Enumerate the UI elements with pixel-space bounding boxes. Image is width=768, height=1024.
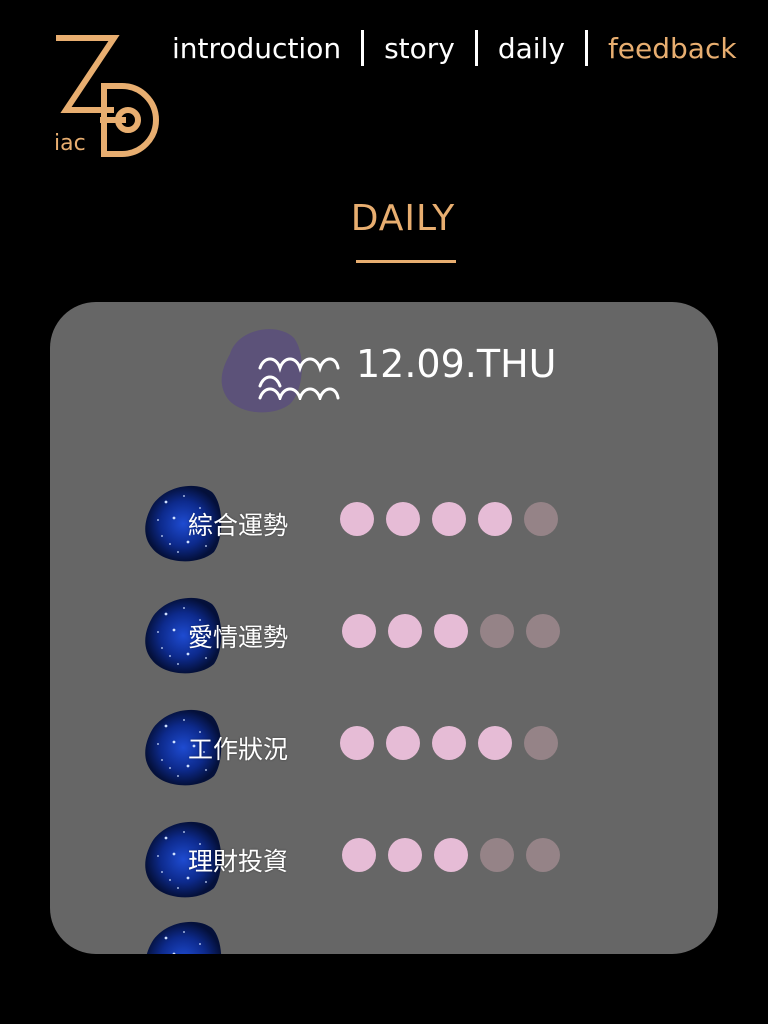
fortune-label: 愛情運勢 bbox=[188, 623, 289, 652]
page-title: DAILY bbox=[350, 198, 456, 239]
fortune-label: 理財投資 bbox=[188, 847, 289, 876]
nav-divider bbox=[584, 30, 588, 66]
rating-dot-filled bbox=[432, 726, 466, 760]
top-nav: introduction story daily feedback bbox=[172, 26, 737, 70]
zodiac-logo[interactable]: iac bbox=[52, 34, 168, 162]
fortune-row: 綜合運勢 bbox=[144, 482, 704, 562]
nav-introduction[interactable]: introduction bbox=[172, 32, 341, 65]
rating-dot-filled bbox=[342, 614, 376, 648]
rating-dots bbox=[340, 502, 570, 536]
fortune-row bbox=[144, 918, 704, 954]
rating-dots bbox=[342, 614, 572, 648]
nav-feedback[interactable]: feedback bbox=[608, 32, 737, 65]
aquarius-icon bbox=[258, 357, 340, 400]
rating-dot-filled bbox=[434, 614, 468, 648]
rating-dot-empty bbox=[480, 838, 514, 872]
rating-dot-filled bbox=[478, 502, 512, 536]
rating-dot-empty bbox=[524, 502, 558, 536]
fortune-label: 工作狀況 bbox=[188, 735, 289, 764]
rating-dot-filled bbox=[340, 726, 374, 760]
rating-dot-filled bbox=[340, 502, 374, 536]
rating-dots bbox=[342, 838, 572, 872]
logo-suffix: iac bbox=[54, 131, 86, 156]
rating-dot-filled bbox=[432, 502, 466, 536]
rating-dot-filled bbox=[386, 502, 420, 536]
fortune-row: 愛情運勢 bbox=[144, 594, 704, 674]
nav-story[interactable]: story bbox=[384, 32, 455, 65]
page: iac introduction story daily feedback DA… bbox=[0, 0, 768, 1024]
rating-dot-empty bbox=[526, 614, 560, 648]
nav-divider bbox=[361, 30, 365, 66]
rating-dot-filled bbox=[434, 838, 468, 872]
nav-daily[interactable]: daily bbox=[498, 32, 565, 65]
fortune-row: 理財投資 bbox=[144, 818, 704, 898]
rating-dot-filled bbox=[386, 726, 420, 760]
fortune-date: 12.09.THU bbox=[356, 342, 557, 386]
rating-dot-filled bbox=[388, 838, 422, 872]
daily-fortune-card: 12.09.THU 綜合運勢愛情運勢工作狀況理財投資 bbox=[50, 302, 718, 954]
rating-dots bbox=[340, 726, 570, 760]
rating-dot-empty bbox=[480, 614, 514, 648]
rating-dot-empty bbox=[524, 726, 558, 760]
fortune-label: 綜合運勢 bbox=[188, 511, 289, 540]
rating-dot-filled bbox=[478, 726, 512, 760]
galaxy-blob-icon bbox=[146, 921, 222, 954]
nav-divider bbox=[474, 30, 478, 66]
title-underline bbox=[356, 260, 456, 263]
rating-dot-filled bbox=[388, 614, 422, 648]
rating-dot-empty bbox=[526, 838, 560, 872]
fortune-row: 工作狀況 bbox=[144, 706, 704, 786]
rating-dot-filled bbox=[342, 838, 376, 872]
